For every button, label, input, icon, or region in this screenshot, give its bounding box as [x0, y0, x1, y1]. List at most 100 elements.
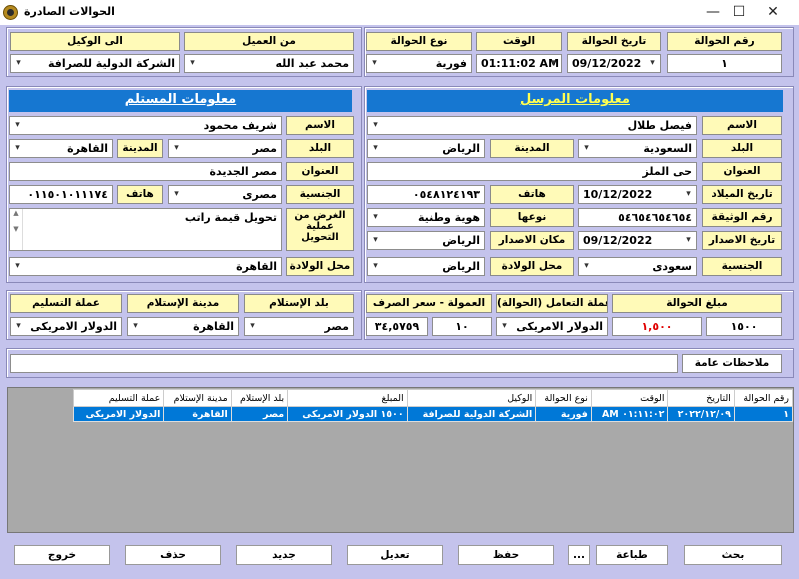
transfers-grid[interactable]: رقم الحوالة التاريخ الوقت نوع الحوالة الوكيل…: [7, 387, 794, 533]
receiver-city-value: القاهرة: [67, 142, 108, 155]
chevron-down-icon[interactable]: ▾: [368, 258, 383, 275]
delivery-currency-select[interactable]: الدولار الامريكى ▾: [10, 317, 122, 336]
sender-issue-place-label: مكان الاصدار: [490, 231, 574, 250]
close-button[interactable]: ✕: [760, 2, 786, 22]
sender-birth-place-select[interactable]: الرياض ▾: [367, 257, 485, 276]
delete-button[interactable]: حذف: [125, 545, 221, 565]
client-select[interactable]: محمد عبد الله ▾: [184, 54, 354, 73]
transfer-date-picker[interactable]: 09/12/2022 ▾: [567, 54, 661, 73]
print-button[interactable]: طباعة: [596, 545, 668, 565]
chevron-down-icon[interactable]: ▾: [367, 55, 382, 72]
transfer-type-select[interactable]: فورية ▾: [366, 54, 472, 73]
chevron-down-icon[interactable]: ▾: [128, 318, 143, 335]
chevron-down-icon[interactable]: ▾: [245, 318, 260, 335]
sender-city-select[interactable]: الرياض ▾: [367, 139, 485, 158]
chevron-down-icon[interactable]: ▾: [10, 258, 25, 275]
sender-birth-date-picker[interactable]: 10/12/2022 ▾: [578, 185, 697, 204]
sender-name-label: الاسم: [702, 116, 782, 135]
column-header[interactable]: الوكيل: [406, 389, 537, 407]
receiver-address-field[interactable]: مصر الجديدة: [9, 162, 282, 181]
sender-issue-date-picker[interactable]: 09/12/2022 ▾: [578, 231, 697, 250]
chevron-down-icon[interactable]: ▾: [368, 209, 383, 226]
sender-issue-place-value: الرياض: [442, 234, 480, 247]
transfer-number-field[interactable]: ١: [667, 54, 782, 73]
notes-field[interactable]: [10, 354, 678, 373]
table-cell: الدولار الامريكى: [72, 406, 165, 422]
chevron-down-icon[interactable]: ▾: [546, 55, 561, 72]
table-row[interactable]: ١ ٢٠٢٢/١٢/٠٩ ٠١:١١:٠٢ AM فورية الشركة الدولي…: [72, 406, 794, 422]
calendar-icon[interactable]: ▾: [681, 232, 696, 249]
receiver-country-value: مصر: [252, 142, 278, 155]
table-header-row: رقم الحوالة التاريخ الوقت نوع الحوالة الوكيل…: [72, 389, 794, 407]
receiver-nationality-select[interactable]: مصرى ▾: [168, 185, 282, 204]
receiver-name-select[interactable]: شريف محمود ▾: [9, 116, 282, 135]
receiver-birth-place-select[interactable]: القاهرة ▾: [9, 257, 282, 276]
exit-button[interactable]: خروج: [14, 545, 110, 565]
chevron-down-icon[interactable]: ▾: [10, 140, 25, 157]
sender-issue-place-select[interactable]: الرياض ▾: [367, 231, 485, 250]
minimize-button[interactable]: —: [700, 2, 726, 22]
receiver-city-select[interactable]: القاهرة ▾: [9, 139, 113, 158]
more-button[interactable]: ...: [568, 545, 590, 565]
receipt-city-select[interactable]: القاهرة ▾: [127, 317, 239, 336]
receiver-country-select[interactable]: مصر ▾: [168, 139, 282, 158]
chevron-down-icon[interactable]: ▾: [579, 140, 594, 157]
chevron-down-icon[interactable]: ▾: [368, 117, 383, 134]
chevron-down-icon[interactable]: ▾: [497, 318, 512, 335]
chevron-down-icon[interactable]: ▾: [579, 258, 594, 275]
amount-field[interactable]: ١٥٠٠: [706, 317, 782, 336]
agent-select[interactable]: الشركة الدولية للصرافة ▾: [10, 54, 180, 73]
sender-country-value: السعودية: [643, 142, 692, 155]
table-cell: ١٥٠٠ الدولار الامريكى: [287, 406, 408, 422]
calendar-icon[interactable]: ▾: [681, 186, 696, 203]
textarea-scrollbar[interactable]: ▲ ▼: [10, 209, 23, 250]
receipt-country-select[interactable]: مصر ▾: [244, 317, 354, 336]
save-button[interactable]: حفظ: [458, 545, 554, 565]
sender-doc-number-field[interactable]: ٥٤٦٥٤٦٥٤٦٥٤: [578, 208, 697, 227]
chevron-down-icon[interactable]: ▾: [169, 186, 184, 203]
chevron-down-icon[interactable]: ▾: [11, 318, 26, 335]
column-header[interactable]: الوقت: [590, 389, 669, 407]
sender-phone-field[interactable]: ٠٥٤٨١٢٤١٩٣: [367, 185, 485, 204]
chevron-down-icon[interactable]: ▾: [185, 55, 200, 72]
sender-issue-date-value: 09/12/2022: [583, 234, 653, 247]
sender-doc-number-label: رقم الوثيقة: [702, 208, 782, 227]
receiver-phone-field[interactable]: ٠١١٥٠١٠١١١٧٤: [9, 185, 113, 204]
column-header[interactable]: مدينة الإستلام: [163, 389, 232, 407]
sender-birth-place-value: الرياض: [442, 260, 480, 273]
sender-country-select[interactable]: السعودية ▾: [578, 139, 697, 158]
delivery-currency-value: الدولار الامريكى: [30, 320, 117, 333]
column-header[interactable]: رقم الحوالة: [733, 389, 794, 407]
search-button[interactable]: بحث: [684, 545, 782, 565]
column-header[interactable]: نوع الحوالة: [535, 389, 592, 407]
edit-button[interactable]: تعديل: [347, 545, 443, 565]
sender-name-select[interactable]: فيصل طلال ▾: [367, 116, 697, 135]
column-header[interactable]: بلد الإستلام: [230, 389, 289, 407]
new-button[interactable]: جديد: [236, 545, 332, 565]
column-header[interactable]: المبلغ: [287, 389, 408, 407]
calendar-icon[interactable]: ▾: [645, 55, 660, 72]
commission-label: العمولة - سعر الصرف: [366, 294, 492, 313]
sender-name-value: فيصل طلال: [627, 119, 692, 132]
sender-phone-label: هاتف: [490, 185, 574, 204]
sender-address-field[interactable]: حى الملز: [367, 162, 697, 181]
chevron-down-icon[interactable]: ▾: [368, 140, 383, 157]
sender-header: معلومات المرسل: [367, 90, 783, 112]
commission-field[interactable]: ١٠: [432, 317, 492, 336]
column-header[interactable]: عملة التسليم: [72, 389, 165, 407]
receiver-purpose-textarea[interactable]: تحويل قيمة راتب ▲ ▼: [9, 208, 282, 251]
currency-select[interactable]: الدولار الامريكى ▾: [496, 317, 608, 336]
maximize-button[interactable]: ☐: [726, 2, 752, 22]
chevron-down-icon[interactable]: ▾: [169, 140, 184, 157]
chevron-down-icon[interactable]: ▾: [368, 232, 383, 249]
column-header[interactable]: التاريخ: [667, 389, 735, 407]
sender-nationality-select[interactable]: سعودى ▾: [578, 257, 697, 276]
receipt-country-value: مصر: [324, 320, 350, 333]
sender-birth-place-label: محل الولادة: [490, 257, 574, 276]
chevron-down-icon[interactable]: ▾: [10, 117, 25, 134]
exchange-rate-field[interactable]: ٣٤,٥٧٥٩: [366, 317, 428, 336]
sender-doc-type-select[interactable]: هوية وطنية ▾: [367, 208, 485, 227]
chevron-down-icon[interactable]: ▾: [11, 55, 26, 72]
receiver-header: معلومات المستلم: [9, 90, 352, 112]
time-picker[interactable]: 01:11:02 AM ▾: [476, 54, 562, 73]
